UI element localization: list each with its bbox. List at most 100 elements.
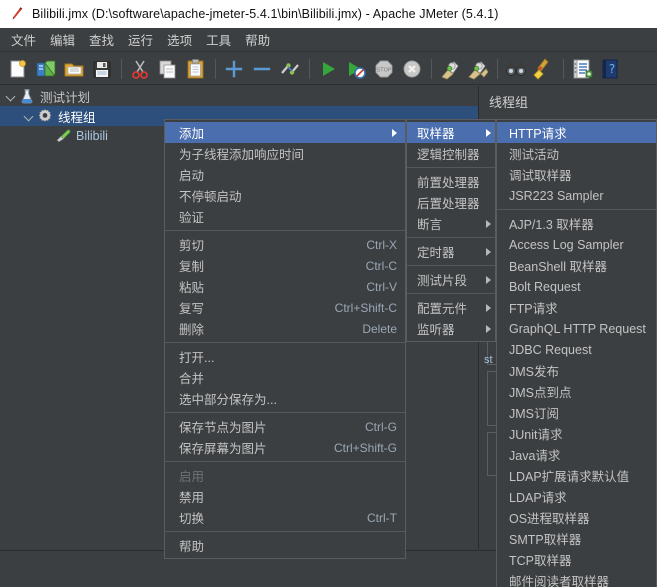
- sampler-debug-sampler[interactable]: 调试取样器: [497, 164, 656, 185]
- context-start-no-pauses[interactable]: 不停顿启动: [165, 185, 405, 206]
- menu-separator: [497, 209, 656, 210]
- sampler-beanshell[interactable]: BeanShell 取样器: [497, 255, 656, 276]
- context-start[interactable]: 启动: [165, 164, 405, 185]
- templates-icon[interactable]: [34, 57, 58, 81]
- cut-icon[interactable]: [128, 57, 152, 81]
- start-icon[interactable]: [316, 57, 340, 81]
- chevron-right-icon: [392, 128, 397, 137]
- context-save-as[interactable]: 选中部分保存为...: [165, 388, 405, 409]
- sampler-ftp-request[interactable]: FTP请求: [497, 297, 656, 318]
- new-icon[interactable]: [6, 57, 30, 81]
- menubar-edit[interactable]: 编辑: [43, 28, 82, 51]
- context-disable[interactable]: 禁用: [165, 486, 405, 507]
- sampler-ajp[interactable]: AJP/1.3 取样器: [497, 213, 656, 234]
- sampler-java-request[interactable]: Java请求: [497, 444, 656, 465]
- sampler-ldap-request[interactable]: LDAP请求: [497, 486, 656, 507]
- sampler-bolt-request[interactable]: Bolt Request: [497, 276, 656, 297]
- add-config-element[interactable]: 配置元件: [407, 297, 495, 318]
- sampler-smtp[interactable]: SMTP取样器: [497, 528, 656, 549]
- sampler-junit-request[interactable]: JUnit请求: [497, 423, 656, 444]
- add-submenu[interactable]: 取样器 逻辑控制器 前置处理器 后置处理器 断言 定时器 测试片段 配置元件 监…: [406, 119, 503, 342]
- context-merge[interactable]: 合并: [165, 367, 405, 388]
- add-pre-processors[interactable]: 前置处理器: [407, 171, 503, 192]
- chevron-right-icon: [486, 324, 491, 333]
- sampler-access-log[interactable]: Access Log Sampler: [497, 234, 656, 255]
- context-open[interactable]: 打开...: [165, 346, 405, 367]
- context-paste[interactable]: 粘贴 Ctrl-V: [165, 276, 405, 297]
- add-listener[interactable]: 监听器: [407, 318, 495, 339]
- context-help[interactable]: 帮助: [165, 535, 405, 556]
- menubar-options[interactable]: 选项: [160, 28, 199, 51]
- menubar-search[interactable]: 查找: [82, 28, 121, 51]
- menu-separator: [165, 230, 405, 231]
- sampler-tcp[interactable]: TCP取样器: [497, 549, 656, 570]
- sampler-graphql-http-request[interactable]: GraphQL HTTP Request: [497, 318, 656, 339]
- context-copy[interactable]: 复制 Ctrl-C: [165, 255, 405, 276]
- sampler-os-process[interactable]: OS进程取样器: [497, 507, 656, 528]
- config-text: st: [484, 354, 493, 366]
- sampler-mail-reader[interactable]: 邮件阅读者取样器: [497, 570, 656, 587]
- open-icon[interactable]: [62, 57, 86, 81]
- chevron-right-icon: [486, 128, 491, 137]
- menu-separator: [407, 293, 495, 294]
- svg-text:STOP: STOP: [377, 67, 392, 73]
- copy-icon[interactable]: [156, 57, 180, 81]
- chevron-down-icon[interactable]: [4, 89, 18, 103]
- context-save-node-as-image[interactable]: 保存节点为图片 Ctrl-G: [165, 416, 405, 437]
- tool-bar: STOP ?: [0, 53, 657, 85]
- context-cut[interactable]: 剪切 Ctrl-X: [165, 234, 405, 255]
- menubar-run[interactable]: 运行: [121, 28, 160, 51]
- context-save-screen-as-image[interactable]: 保存屏幕为图片 Ctrl+Shift-G: [165, 437, 405, 458]
- menubar-tools[interactable]: 工具: [199, 28, 238, 51]
- clear-icon[interactable]: [438, 57, 462, 81]
- chevron-right-icon: [486, 247, 491, 256]
- paste-icon[interactable]: [184, 57, 208, 81]
- context-add-think-times[interactable]: 为子线程添加响应时间: [165, 143, 405, 164]
- sampler-submenu[interactable]: HTTP请求 测试活动 调试取样器 JSR223 Sampler AJP/1.3…: [496, 119, 657, 587]
- add-post-processors[interactable]: 后置处理器: [407, 192, 503, 213]
- collapse-all-icon[interactable]: [250, 57, 274, 81]
- help-icon[interactable]: ?: [598, 57, 622, 81]
- shutdown-icon[interactable]: [400, 57, 424, 81]
- chevron-right-icon: [486, 303, 491, 312]
- tree-node-test-plan[interactable]: 测试计划: [0, 86, 478, 106]
- start-no-pause-icon[interactable]: [344, 57, 368, 81]
- add-timer[interactable]: 定时器: [407, 241, 495, 262]
- menu-separator: [165, 531, 405, 532]
- sampler-jms-subscriber[interactable]: JMS订阅: [497, 402, 656, 423]
- sampler-jsr223[interactable]: JSR223 Sampler: [497, 185, 656, 206]
- tree-context-menu[interactable]: 添加 为子线程添加响应时间 启动 不停顿启动 验证 剪切 Ctrl-X 复制 C…: [164, 119, 406, 559]
- stop-icon[interactable]: STOP: [372, 57, 396, 81]
- toggle-icon[interactable]: [278, 57, 302, 81]
- context-duplicate[interactable]: 复写 Ctrl+Shift-C: [165, 297, 405, 318]
- toolbar-separator: [497, 58, 498, 79]
- chevron-down-icon[interactable]: [22, 109, 36, 123]
- sampler-http-request[interactable]: HTTP请求: [497, 122, 656, 143]
- context-add[interactable]: 添加: [165, 122, 405, 143]
- menubar-help[interactable]: 帮助: [238, 28, 277, 51]
- chevron-right-icon: [486, 219, 491, 228]
- toolbar-separator: [563, 58, 564, 79]
- context-remove[interactable]: 删除 Delete: [165, 318, 405, 339]
- expand-all-icon[interactable]: [222, 57, 246, 81]
- add-assertions[interactable]: 断言: [407, 213, 495, 234]
- add-sampler[interactable]: 取样器: [407, 122, 495, 143]
- sampler-test-action[interactable]: 测试活动: [497, 143, 656, 164]
- menu-bar: 文件 编辑 查找 运行 选项 工具 帮助: [0, 28, 657, 52]
- toolbar-separator: [121, 58, 122, 79]
- menubar-file[interactable]: 文件: [4, 28, 43, 51]
- sampler-ldap-ext-request-defaults[interactable]: LDAP扩展请求默认值: [497, 465, 656, 486]
- reset-search-icon[interactable]: [532, 57, 556, 81]
- context-validate[interactable]: 验证: [165, 206, 405, 227]
- function-helper-icon[interactable]: [570, 57, 594, 81]
- clear-all-icon[interactable]: [466, 57, 490, 81]
- add-logic-controller[interactable]: 逻辑控制器: [407, 143, 503, 164]
- window-title: Bilibili.jmx (D:\software\apache-jmeter-…: [32, 7, 499, 21]
- add-test-fragment[interactable]: 测试片段: [407, 269, 495, 290]
- search-icon[interactable]: [504, 57, 528, 81]
- context-toggle[interactable]: 切换 Ctrl-T: [165, 507, 405, 528]
- sampler-jdbc-request[interactable]: JDBC Request: [497, 339, 656, 360]
- save-icon[interactable]: [90, 57, 114, 81]
- sampler-jms-publisher[interactable]: JMS发布: [497, 360, 656, 381]
- sampler-jms-point-to-point[interactable]: JMS点到点: [497, 381, 656, 402]
